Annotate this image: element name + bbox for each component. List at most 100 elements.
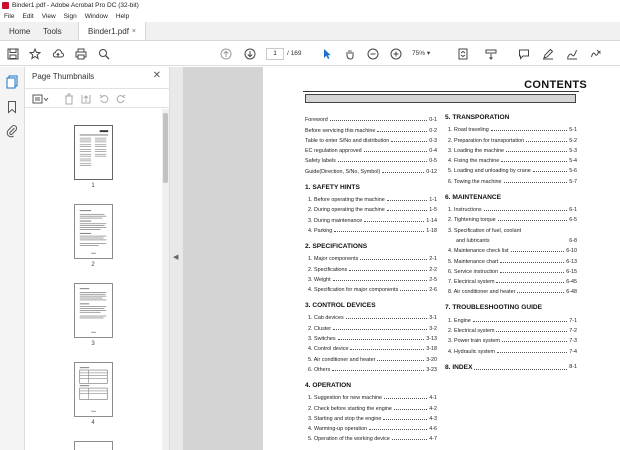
toc-entry[interactable]: 7. Electrical system 6-45 bbox=[445, 275, 577, 285]
toc-entry[interactable]: 2. Preparation for transportation 5-2 bbox=[445, 133, 577, 144]
toc-section-heading[interactable]: 1. SAFETY HINTS bbox=[305, 183, 437, 192]
toc-section-heading[interactable]: 2. SPECIFICATIONS bbox=[305, 242, 437, 251]
draw-icon[interactable] bbox=[565, 47, 579, 61]
toc-entry[interactable]: EC regulation approved 0-4 bbox=[305, 144, 437, 154]
toc-entry[interactable]: 3. Starting and stop the engine 4-3 bbox=[305, 412, 437, 422]
page-thumbnail-4[interactable] bbox=[74, 362, 113, 417]
toc-entry[interactable]: Table to enter S/No and distribution 0-3 bbox=[305, 134, 437, 144]
toc-entry[interactable]: 4. Warming-up operation 4-6 bbox=[305, 422, 437, 432]
menu-edit[interactable]: Edit bbox=[18, 13, 37, 20]
rotate-left-icon[interactable] bbox=[98, 93, 110, 105]
toc-entry[interactable]: 8. Air conditioner and heater 6-48 bbox=[445, 285, 577, 295]
toc-section-heading[interactable]: 4. OPERATION bbox=[305, 381, 437, 390]
tab-home[interactable]: Home bbox=[0, 22, 34, 40]
page-thumbnail-5[interactable] bbox=[74, 441, 113, 450]
toc-entry[interactable]: 4. Fixing the machine 5-4 bbox=[445, 154, 577, 164]
page-number-input[interactable]: 1 bbox=[266, 48, 284, 60]
panel-divider[interactable]: ◀ bbox=[170, 67, 183, 450]
menu-view[interactable]: View bbox=[38, 13, 60, 20]
close-tab-icon[interactable]: × bbox=[132, 28, 136, 35]
next-page-icon[interactable] bbox=[243, 47, 257, 61]
toc-entry[interactable]: 3. Weight 2-5 bbox=[305, 273, 437, 283]
page-thumbnail-1[interactable] bbox=[74, 125, 113, 180]
menu-help[interactable]: Help bbox=[112, 13, 133, 20]
toc-entry[interactable]: 1. Instructions 6-1 bbox=[445, 203, 577, 213]
close-panel-icon[interactable]: ✕ bbox=[153, 70, 161, 81]
toc-entry[interactable]: 4. Hydraulic system 7-4 bbox=[445, 344, 577, 355]
toc-entry[interactable]: 3. Loading the machine 5-3 bbox=[445, 144, 577, 154]
toc-entry[interactable]: 2. Tightening torque 6-5 bbox=[445, 213, 577, 223]
toc-entry[interactable]: 1. Before operating the machine 1-1 bbox=[305, 193, 437, 203]
toc-section-heading[interactable]: 7. TROUBLESHOOTING GUIDE bbox=[445, 303, 577, 312]
toc-entry[interactable]: 5. Loading and unloading by crane 5-6 bbox=[445, 164, 577, 174]
page-thumbnail-3[interactable] bbox=[74, 283, 113, 338]
toc-entry[interactable]: 3. During maintenance 1-14 bbox=[305, 213, 437, 224]
search-icon[interactable] bbox=[97, 47, 111, 61]
sign-icon[interactable] bbox=[589, 47, 603, 61]
comment-icon[interactable] bbox=[517, 47, 531, 61]
toc-entry[interactable]: 1. Suggestion for new machine 4-1 bbox=[305, 391, 437, 401]
toc-entry[interactable]: 4. Specification for major components 2-6 bbox=[305, 283, 437, 293]
zoom-out-icon[interactable] bbox=[366, 47, 380, 61]
toc-entry[interactable]: 2. Cluster 3-2 bbox=[305, 321, 437, 332]
bookmark-star-icon[interactable] bbox=[28, 47, 42, 61]
thumbnail-scrollbar[interactable] bbox=[162, 109, 169, 450]
toc-entry[interactable]: 5. Maintenance chart 6-13 bbox=[445, 254, 577, 265]
menu-file[interactable]: File bbox=[0, 13, 18, 20]
toc-section-heading[interactable]: 5. TRANSPORATION bbox=[445, 113, 577, 122]
toc-entry[interactable]: 5. Operation of the working device 4-7 bbox=[305, 432, 437, 442]
select-cursor-icon[interactable] bbox=[320, 47, 334, 61]
scroll-mode-icon[interactable] bbox=[484, 47, 498, 61]
toc-entry[interactable]: 6. Others 3-23 bbox=[305, 363, 437, 373]
toc-entry[interactable]: 3. Specification of fuel, coolant bbox=[445, 223, 577, 234]
toc-entry[interactable]: Guide(Direction, S/No, Symbol) 0-12 bbox=[305, 164, 437, 175]
toc-entry[interactable]: 2. Specifications 2-2 bbox=[305, 262, 437, 273]
toc-entry[interactable]: and lubricants 6-8 bbox=[445, 234, 577, 244]
toc-entry[interactable]: 5. Air conditioner and heater 3-20 bbox=[305, 352, 437, 363]
insert-page-icon[interactable] bbox=[80, 93, 92, 105]
toc-entry[interactable]: 1. Cab devices 3-1 bbox=[305, 311, 437, 321]
tab-document[interactable]: Binder1.pdf × bbox=[78, 22, 146, 40]
toc-entry[interactable]: 2. Check before starting the engine 4-2 bbox=[305, 401, 437, 412]
page-thumbnail-2[interactable] bbox=[74, 204, 113, 259]
zoom-level-select[interactable]: 75% ▾ bbox=[412, 48, 442, 60]
delete-page-icon[interactable] bbox=[63, 93, 75, 105]
upload-cloud-icon[interactable] bbox=[51, 47, 65, 61]
tab-tools[interactable]: Tools bbox=[34, 22, 78, 40]
toc-entry[interactable]: 6. Towing the machine 5-7 bbox=[445, 174, 577, 185]
toc-entry[interactable]: Before servicing this machine 0-2 bbox=[305, 123, 437, 134]
hand-tool-icon[interactable] bbox=[343, 47, 357, 61]
toc-entry[interactable]: 1. Road traveling 5-1 bbox=[445, 123, 577, 133]
previous-page-icon[interactable] bbox=[219, 47, 233, 61]
highlight-pen-icon[interactable] bbox=[541, 47, 555, 61]
toc-entry[interactable]: 1. Major components 2-1 bbox=[305, 252, 437, 262]
options-menu-icon[interactable] bbox=[32, 93, 50, 105]
menu-window[interactable]: Window bbox=[81, 13, 112, 20]
toc-entry[interactable]: 3. Power train system 7-3 bbox=[445, 334, 577, 344]
toc-entry[interactable]: Safety labels 0-5 bbox=[305, 154, 437, 164]
attachments-icon[interactable] bbox=[5, 124, 19, 138]
toc-entry[interactable]: 3. Switches 3-13 bbox=[305, 332, 437, 342]
toc-entry[interactable]: 4. Parking 1-18 bbox=[305, 224, 437, 234]
save-icon[interactable] bbox=[6, 47, 20, 61]
document-page[interactable]: CONTENTS Foreword 0-1 Before servicing thi… bbox=[263, 67, 620, 450]
zoom-in-icon[interactable] bbox=[389, 47, 403, 61]
fit-page-icon[interactable] bbox=[456, 47, 470, 61]
thumbnail-scrollbar-thumb[interactable] bbox=[163, 113, 168, 183]
toc-entry[interactable]: 1. Engine 7-1 bbox=[445, 313, 577, 324]
collapse-panel-icon[interactable]: ◀ bbox=[173, 253, 178, 261]
toc-section-heading[interactable]: 6. MAINTENANCE bbox=[445, 193, 577, 202]
print-icon[interactable] bbox=[74, 47, 88, 61]
toc-entry[interactable]: 2. Electrical system 7-2 bbox=[445, 324, 577, 334]
page-thumbnails-icon[interactable] bbox=[5, 75, 19, 89]
toc-entry[interactable]: 2. During operating the machine 1-5 bbox=[305, 203, 437, 213]
toc-section-heading[interactable]: 3. CONTROL DEVICES bbox=[305, 301, 437, 310]
menu-sign[interactable]: Sign bbox=[60, 13, 81, 20]
toc-section-heading[interactable]: 8. INDEX 8-1 bbox=[445, 363, 577, 372]
toc-entry[interactable]: 6. Service instruction 6-15 bbox=[445, 265, 577, 275]
bookmarks-icon[interactable] bbox=[5, 100, 19, 114]
toc-entry[interactable]: Foreword 0-1 bbox=[305, 113, 437, 123]
toc-entry[interactable]: 4. Control device 3-18 bbox=[305, 342, 437, 352]
rotate-right-icon[interactable] bbox=[115, 93, 127, 105]
toc-entry[interactable]: 4. Maintenance check list 6-10 bbox=[445, 244, 577, 254]
